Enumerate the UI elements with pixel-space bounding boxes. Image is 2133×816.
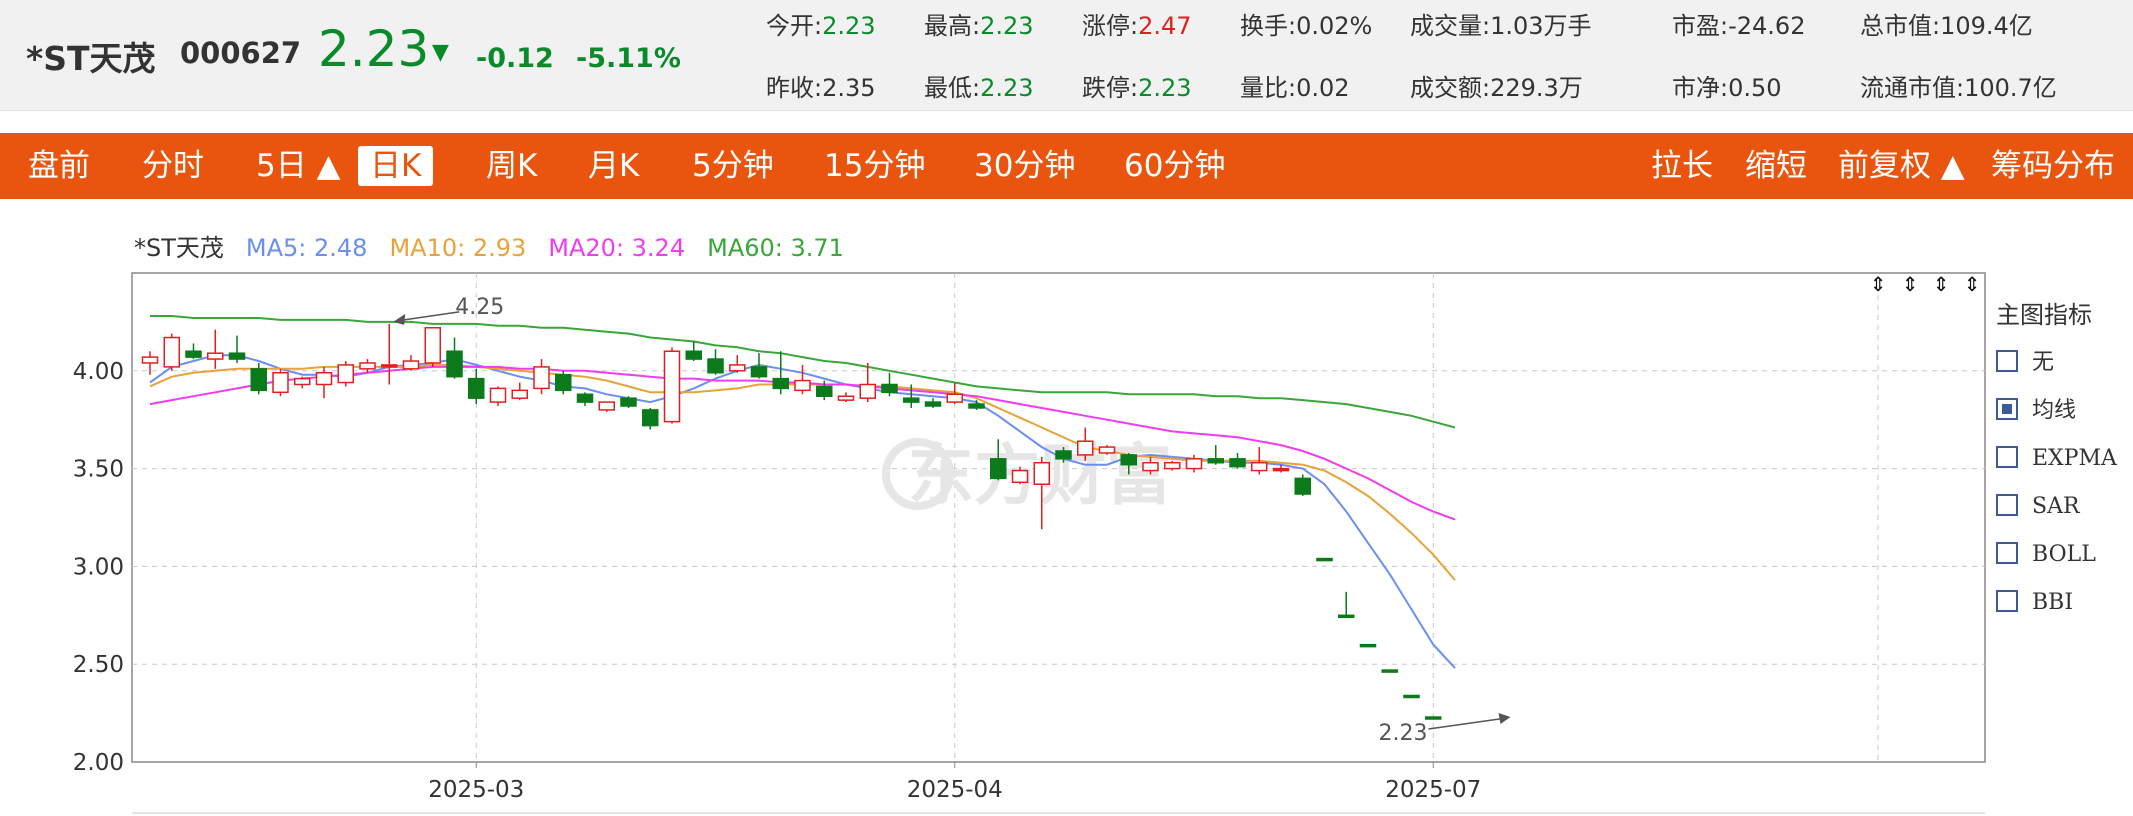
checkbox-icon[interactable] (1996, 542, 2018, 564)
indicator-label: 均线 (2032, 398, 2077, 423)
y-tick-label: 2.50 (73, 652, 124, 678)
candle-body (924, 401, 942, 407)
candle-body (1185, 458, 1203, 470)
kline-chart: 2.00 2.50 3.00 3.50 4.00 2025-03 2025-04 2025-0… (73, 272, 1986, 814)
candle-body (489, 387, 507, 403)
candle-body (185, 350, 202, 358)
candle-body (1207, 458, 1224, 464)
candle-body (272, 372, 289, 394)
checkbox-icon[interactable] (1996, 494, 2018, 516)
event-marker-icon: ⇕ (1902, 272, 1919, 296)
y-tick-label: 4.00 (73, 359, 124, 385)
indicator-label: BBI (2032, 590, 2074, 615)
y-tick-label: 2.00 (73, 750, 124, 776)
candle-body (1316, 557, 1333, 562)
candle-body (1251, 461, 1268, 472)
candle-body (315, 372, 333, 386)
indicator-option[interactable]: BBI (1996, 588, 2117, 636)
candle-body (1338, 614, 1355, 619)
indicator-option[interactable]: SAR (1996, 492, 2117, 540)
indicator-label: BOLL (2032, 542, 2096, 567)
event-marker-icon: ⇕ (1964, 272, 1981, 296)
candle-body (555, 373, 572, 392)
candle-body (1164, 461, 1181, 470)
candle-body (1272, 467, 1290, 472)
candle-body (468, 377, 485, 399)
candle-body (359, 362, 376, 370)
checkbox-icon[interactable] (1996, 590, 2018, 612)
indicator-panel: 主图指标无均线 EXPMA SAR BOLL BBI (1996, 295, 2117, 636)
candle-body (750, 366, 768, 378)
candle-body (1229, 458, 1246, 468)
candle-body (207, 352, 224, 360)
candle-body (794, 379, 811, 392)
candle-body (990, 458, 1007, 480)
candle-body (1120, 454, 1137, 466)
candle-body (1403, 694, 1420, 699)
indicator-option[interactable]: 均线 (1996, 396, 2117, 444)
candle-body (903, 397, 920, 403)
candle-body (620, 397, 637, 407)
candle-body (141, 356, 159, 364)
candle-body (1055, 450, 1072, 460)
candle-body (859, 383, 876, 399)
candle-body (881, 383, 898, 394)
checkbox-checked-icon[interactable] (1996, 398, 2018, 420)
candle-body (533, 366, 550, 390)
annotation-label: 2.23 (1379, 721, 1428, 746)
candle-body (381, 364, 398, 368)
candle-body (729, 364, 746, 372)
candle-body (402, 360, 420, 370)
checkbox-icon[interactable] (1996, 350, 2018, 372)
event-marker-icon: ⇕ (1870, 272, 1887, 296)
event-marker-icon: ⇕ (1933, 272, 1950, 296)
candle-body (294, 377, 311, 386)
candle-body (1077, 440, 1094, 456)
candle-body (946, 393, 963, 403)
candle-body (1011, 469, 1029, 484)
indicator-label: EXPMA (2032, 446, 2117, 471)
candle-body (1098, 446, 1116, 454)
candle-body (837, 395, 855, 401)
candle-body (816, 385, 833, 397)
indicator-title: 主图指标 (1996, 301, 2092, 329)
candle-body (163, 336, 180, 368)
candle-body (1425, 716, 1442, 720)
y-tick-label: 3.50 (73, 457, 124, 483)
candle-body (228, 352, 246, 360)
plot-frame (131, 272, 1986, 763)
candle-body (424, 327, 441, 364)
candle-body (250, 368, 267, 392)
candle-body (1294, 477, 1311, 495)
candle-body (707, 358, 724, 374)
candle-body (1142, 461, 1159, 472)
candle-body (642, 409, 659, 427)
candle-body (598, 401, 615, 411)
candle-body (446, 350, 463, 378)
annotation-label: 4.25 (455, 295, 504, 320)
x-tick-label: 2025-04 (907, 777, 1003, 803)
indicator-option[interactable]: EXPMA (1996, 444, 2117, 492)
candle-body (968, 403, 985, 409)
indicator-option[interactable]: 无 (1996, 348, 2117, 396)
x-tick-label: 2025-03 (428, 777, 524, 803)
y-tick-label: 3.00 (73, 554, 124, 580)
indicator-label: 无 (2032, 350, 2055, 375)
checkbox-icon[interactable] (1996, 446, 2018, 468)
x-tick-label: 2025-07 (1385, 777, 1481, 803)
candle-body (511, 389, 528, 399)
indicator-option[interactable]: BOLL (1996, 540, 2117, 588)
candle-body (663, 350, 681, 423)
candle-body (685, 350, 702, 360)
candle-body (1381, 669, 1398, 673)
candle-body (576, 393, 594, 403)
candle-body (1033, 461, 1050, 485)
candle-body (772, 377, 789, 390)
candle-body (1359, 643, 1377, 648)
indicator-label: SAR (2032, 494, 2080, 519)
candle-body (337, 364, 354, 384)
